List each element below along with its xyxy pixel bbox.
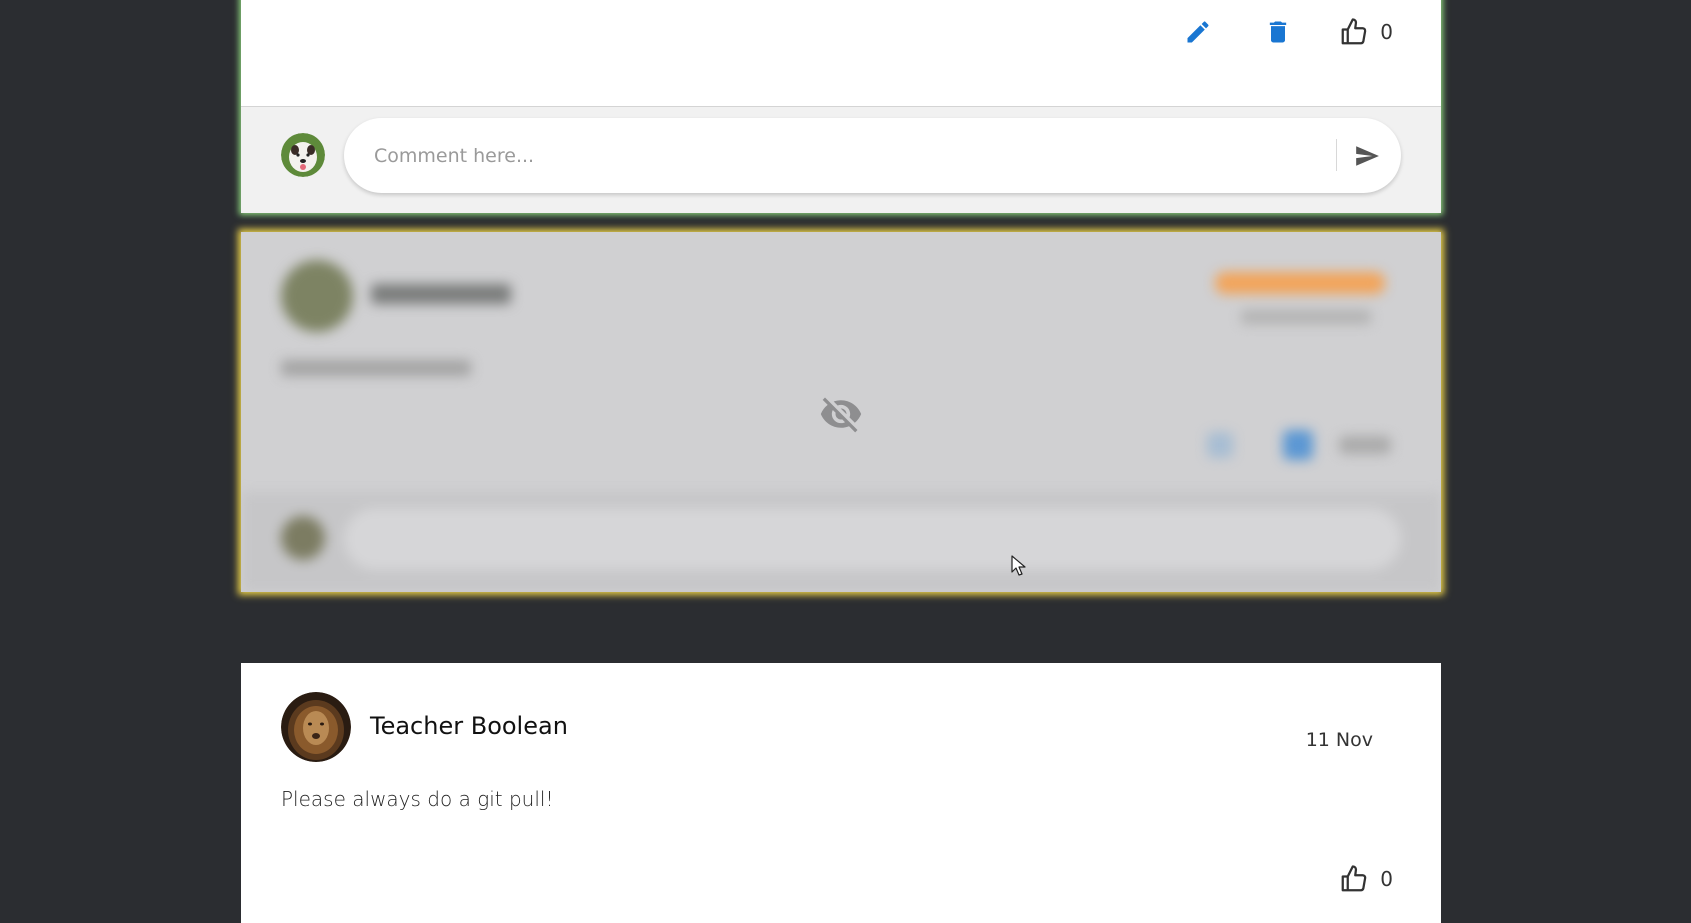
- edit-button: [1207, 432, 1233, 458]
- post-date: [1241, 310, 1371, 324]
- like-count: 0: [1380, 20, 1393, 44]
- comment-input[interactable]: [374, 136, 1294, 176]
- comment-bar: [241, 106, 1441, 213]
- avatar: [281, 516, 325, 560]
- like-group: 0: [1338, 12, 1393, 52]
- send-icon: [1356, 146, 1379, 166]
- post-actions: 0: [1178, 12, 1393, 52]
- thumbs-up-icon: [1341, 865, 1367, 892]
- thumbs-up-icon: [1341, 18, 1367, 45]
- author-name[interactable]: Teacher Boolean: [370, 712, 568, 740]
- like-group: 0: [1338, 859, 1393, 899]
- post-card-hidden[interactable]: [241, 232, 1441, 592]
- trash-icon: [1270, 21, 1287, 43]
- post-card: Teacher Boolean 11 Nov Please always do …: [241, 663, 1441, 923]
- status-badge: [1215, 272, 1385, 294]
- divider: [1336, 139, 1337, 171]
- pencil-icon: [1187, 21, 1209, 43]
- post-actions: 0: [1338, 859, 1393, 899]
- post-date: 11 Nov: [1305, 729, 1373, 751]
- author-name: [371, 284, 511, 304]
- avatar[interactable]: [281, 692, 351, 762]
- eye-off-icon[interactable]: [819, 392, 863, 436]
- edit-button[interactable]: [1178, 12, 1218, 52]
- avatar: [281, 260, 353, 332]
- comment-box: [344, 118, 1401, 193]
- mouse-cursor-icon: [1011, 555, 1026, 576]
- post-body: Please always do a git pull!: [281, 787, 554, 811]
- like-count: 0: [1380, 867, 1393, 891]
- comment-box: [344, 508, 1401, 570]
- avatar: [281, 133, 325, 177]
- like-group: [1339, 436, 1391, 454]
- delete-button: [1283, 430, 1313, 460]
- like-button[interactable]: [1338, 859, 1370, 899]
- post-body: [281, 360, 471, 376]
- comment-bar: [241, 492, 1441, 592]
- post-card-own: 0: [241, 0, 1441, 213]
- send-button[interactable]: [1347, 136, 1387, 176]
- like-button[interactable]: [1338, 12, 1370, 52]
- delete-button[interactable]: [1258, 12, 1298, 52]
